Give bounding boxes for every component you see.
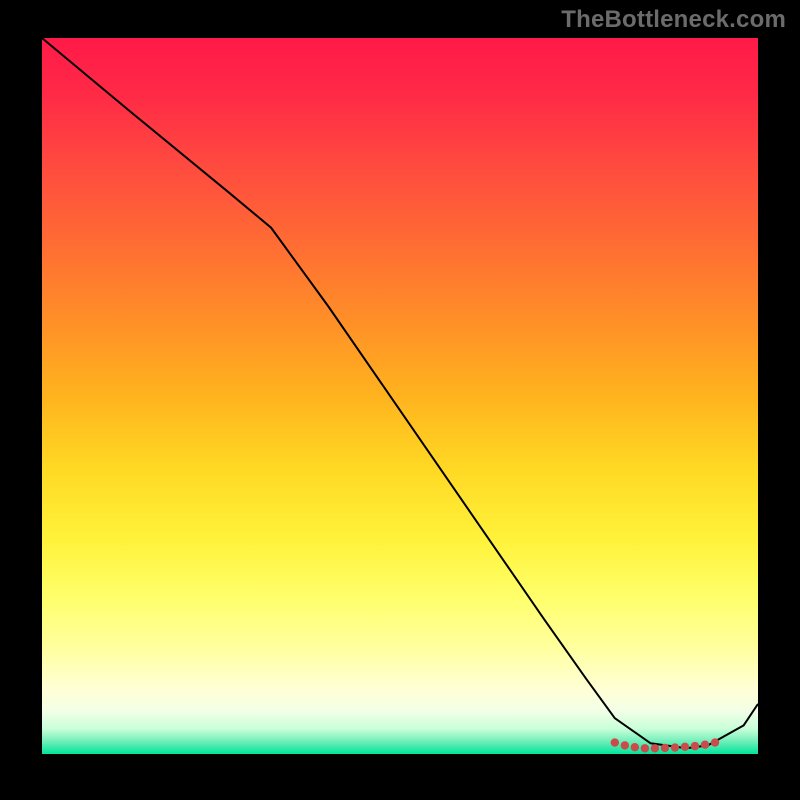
curve-overlay [42, 38, 758, 754]
main-curve [42, 38, 758, 748]
marker-dot [661, 744, 669, 752]
chart-frame: TheBottleneck.com [0, 0, 800, 800]
marker-dot [621, 741, 629, 749]
watermark-text: TheBottleneck.com [561, 6, 786, 34]
marker-dot [641, 744, 649, 752]
marker-dot [631, 743, 639, 751]
marker-dot [711, 738, 719, 746]
marker-dot [691, 742, 699, 750]
marker-dot [611, 738, 619, 746]
marker-dot [701, 740, 709, 748]
marker-dot [681, 743, 689, 751]
marker-dot [651, 744, 659, 752]
plot-area [42, 38, 758, 754]
marker-dot [671, 743, 679, 751]
